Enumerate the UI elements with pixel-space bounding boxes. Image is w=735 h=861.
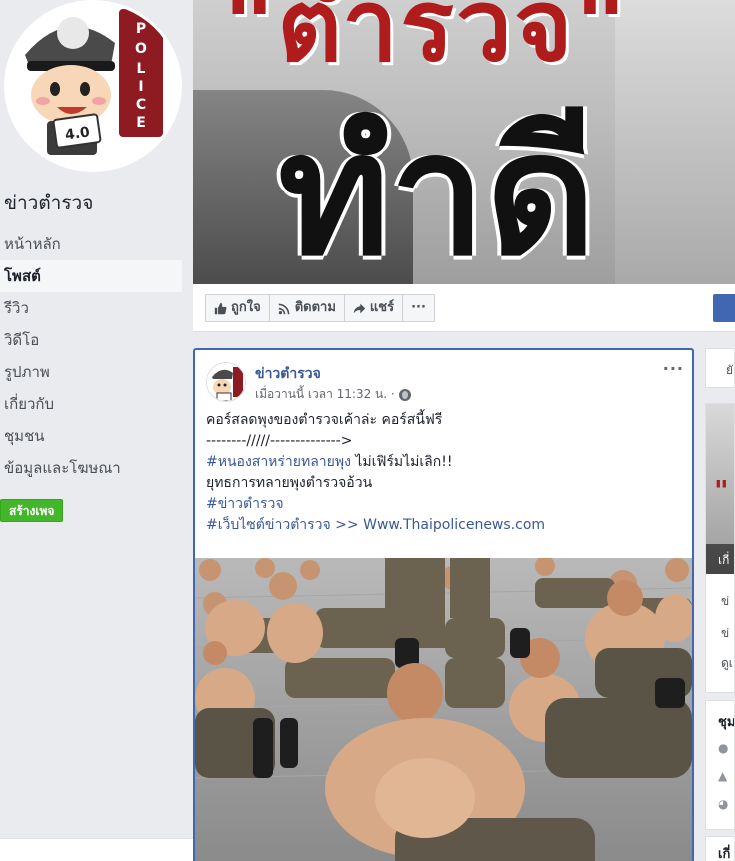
post-line-text: ยุทธการทลายพุงตำรวจอ้วน <box>206 475 373 491</box>
sidebar-item-info-ads[interactable]: ข้อมูลและโฆษณา <box>0 452 182 484</box>
right-box-community: ชุม ● ▲ ◕ <box>705 700 735 830</box>
post-line: #หนองสาหร่ายทลายพุง ไม่เฟิร์มไม่เลิก!! <box>206 452 681 473</box>
post-line: --------/////--------------> <box>206 431 681 452</box>
thumbs-up-icon: ▲ <box>718 769 728 783</box>
more-dots-icon: ··· <box>411 300 426 315</box>
right-box-top-text: ยั <box>726 363 734 377</box>
page-title: ข่าวตำรวจ <box>4 192 94 214</box>
right-box-featured[interactable]: " เกี่ ข่ ข่ ดูเ <box>705 403 735 693</box>
post-line-text: ไม่เฟิร์มไม่เลิก!! <box>350 454 453 470</box>
post-line: คอร์สลดพุงของตำรวจเค้าล่ะ คอร์สนี้ฟรี <box>206 410 681 431</box>
featured-link[interactable]: ดูเ <box>721 654 733 673</box>
svg-text:O: O <box>135 41 147 57</box>
primary-action-button[interactable] <box>713 294 735 322</box>
post-timestamp[interactable]: เมื่อวานนี้ เวลา 11:32 น. · <box>255 385 411 404</box>
sidebar-nav: หน้าหลัก โพสต์ รีวิว วิดีโอ รูปภาพ เกี่ย… <box>0 228 182 484</box>
police-mascot-icon <box>207 363 245 401</box>
featured-caption: เกี่ <box>706 544 734 574</box>
sidebar-item-videos[interactable]: วิดีโอ <box>0 324 182 356</box>
people-icon: ● <box>718 741 729 755</box>
cover-subtitle: ทำดี <box>278 96 596 284</box>
sidebar-item-photos[interactable]: รูปภาพ <box>0 356 182 388</box>
sidebar-item-reviews[interactable]: รีวิว <box>0 292 182 324</box>
post-time-text: เมื่อวานนี้ เวลา 11:32 น. · <box>255 387 395 401</box>
like-label: ถูกใจ <box>231 300 261 315</box>
website-link[interactable]: >> Www.Thaipolicenews.com <box>331 517 545 533</box>
globe-icon <box>398 388 411 401</box>
thumbs-up-icon <box>214 302 227 314</box>
post-options-icon[interactable]: ··· <box>663 359 684 378</box>
post-line: #ข่าวตำรวจ <box>206 494 681 515</box>
about-heading: เกี่ <box>718 847 731 861</box>
sidebar-bottom-panel <box>0 838 193 861</box>
share-button[interactable]: แชร์ <box>343 294 404 322</box>
cover-title: "ตำรวจ" <box>223 0 629 84</box>
post-line: #เว็บไซต์ข่าวตำรวจ >> Www.Thaipolicenews… <box>206 515 681 536</box>
svg-text:E: E <box>136 115 146 131</box>
share-arrow-icon <box>353 303 366 313</box>
follow-button[interactable]: ติดตาม <box>268 294 345 322</box>
cover-photo[interactable]: "ตำรวจ" ทำดี <box>193 0 735 284</box>
post-photo[interactable] <box>195 558 692 861</box>
create-page-button[interactable]: สร้างเพจ <box>0 499 64 522</box>
like-button[interactable]: ถูกใจ <box>205 294 270 322</box>
svg-text:C: C <box>136 97 146 113</box>
rss-icon: ◕ <box>718 797 729 811</box>
police-mascot-icon: P O L I C E 4.0 <box>7 3 179 169</box>
cover-background-shape-right <box>615 0 735 284</box>
action-button-group: ถูกใจ ติดตาม แชร์ ··· <box>205 294 435 322</box>
post-author-name[interactable]: ข่าวตำรวจ <box>255 363 321 385</box>
post-card: ข่าวตำรวจ เมื่อวานนี้ เวลา 11:32 น. · ··… <box>193 348 694 861</box>
sidebar-item-about[interactable]: เกี่ยวกับ <box>0 388 182 420</box>
sidebar-item-home[interactable]: หน้าหลัก <box>0 228 182 260</box>
post-line-text: คอร์สลดพุงของตำรวจเค้าล่ะ คอร์สนี้ฟรี <box>206 412 443 428</box>
share-label: แชร์ <box>369 300 395 315</box>
post-author-avatar[interactable] <box>206 362 246 402</box>
more-options-button[interactable]: ··· <box>402 294 435 322</box>
featured-image-text: " <box>714 474 729 507</box>
right-box-about: เกี่ <box>705 836 735 861</box>
featured-line: ข่ <box>721 626 730 640</box>
hashtag-link[interactable]: #หนองสาหร่ายทลายพุง <box>206 454 351 470</box>
post-message: คอร์สลดพุงของตำรวจเค้าล่ะ คอร์สนี้ฟรี --… <box>206 410 681 536</box>
hashtag-link[interactable]: #ข่าวตำรวจ <box>206 496 284 512</box>
svg-text:P: P <box>136 21 146 37</box>
right-box-top: ยั <box>705 348 735 388</box>
sidebar-item-community[interactable]: ชุมชน <box>0 420 182 452</box>
svg-text:L: L <box>137 61 146 77</box>
page-action-bar: ถูกใจ ติดตาม แชร์ ··· <box>193 284 735 332</box>
post-line: ยุทธการทลายพุงตำรวจอ้วน <box>206 473 681 494</box>
svg-text:I: I <box>138 79 143 95</box>
post-line-text: --------/////--------------> <box>206 433 353 449</box>
post-photo-image <box>195 558 692 861</box>
community-heading: ชุม <box>718 715 735 730</box>
featured-line: ข่ <box>721 594 730 608</box>
rss-icon <box>278 303 290 314</box>
follow-label: ติดตาม <box>294 300 336 315</box>
page-avatar[interactable]: P O L I C E 4.0 <box>4 0 182 172</box>
sidebar-item-posts[interactable]: โพสต์ <box>0 260 182 292</box>
hashtag-link[interactable]: #เว็บไซต์ข่าวตำรวจ <box>206 517 331 533</box>
